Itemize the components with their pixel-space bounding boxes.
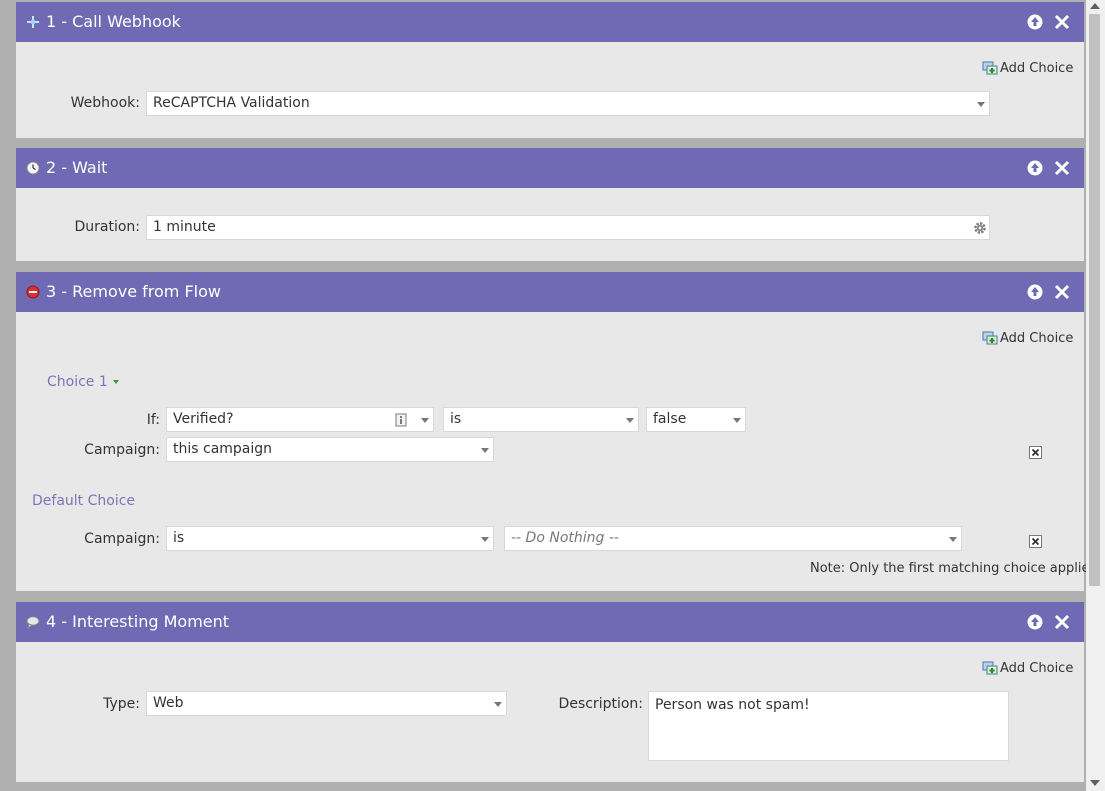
close-icon[interactable] [1053,159,1071,177]
step-title: 4 - Interesting Moment [46,612,230,631]
chevron-down-icon [626,418,634,423]
flow-canvas: 1 - Call Webhook Add Choice Webhook: ReC… [0,0,1096,791]
step-title: 3 - Remove from Flow [46,282,221,301]
step-header[interactable]: 2 - Wait [16,148,1084,188]
delete-choice-button[interactable] [1029,446,1042,459]
default-operator-select[interactable]: is [166,526,494,551]
close-icon [1031,537,1040,546]
step-interesting-moment: 4 - Interesting Moment Add Choice Type: … [16,602,1084,782]
speech-bubble-icon [26,616,40,629]
field-info-icon[interactable] [395,413,407,427]
add-choice-icon [982,61,998,75]
delete-default-choice-button[interactable] [1029,535,1042,548]
step-title: 1 - Call Webhook [46,12,181,31]
default-campaign-label: Campaign: [84,531,160,547]
chevron-down-icon [977,102,985,107]
chevron-down-icon [113,380,120,384]
condition-operator-select[interactable]: is [443,407,639,432]
step-call-webhook: 1 - Call Webhook Add Choice Webhook: ReC… [16,2,1084,138]
chevron-down-icon [481,537,489,542]
if-label: If: [146,412,160,428]
add-choice-icon [982,331,998,345]
move-up-icon[interactable] [1026,13,1044,31]
close-icon[interactable] [1053,13,1071,31]
stop-icon [26,285,40,299]
chevron-down-icon [494,702,502,707]
chevron-down-icon [949,537,957,542]
step-remove-from-flow: 3 - Remove from Flow Add Choice Choice 1… [16,272,1096,591]
webhook-label: Webhook: [70,95,140,111]
campaign-label: Campaign: [84,442,160,458]
clock-icon [26,161,40,175]
webhook-icon [27,16,39,28]
step-header[interactable]: 3 - Remove from Flow [16,272,1084,312]
type-select[interactable]: Web [146,691,507,716]
add-choice-button[interactable]: Add Choice [982,659,1073,676]
move-up-icon[interactable] [1026,613,1044,631]
campaign-select[interactable]: this campaign [166,437,494,462]
duration-label: Duration: [74,219,140,235]
vertical-scrollbar[interactable] [1086,0,1105,791]
close-icon [1031,448,1040,457]
type-label: Type: [103,696,140,712]
webhook-select[interactable]: ReCAPTCHA Validation [146,91,990,116]
description-label: Description: [558,696,643,712]
chevron-down-icon [733,418,741,423]
scroll-down-icon[interactable] [1090,780,1100,786]
condition-field-select[interactable]: Verified? [166,407,434,432]
add-choice-button[interactable]: Add Choice [982,59,1073,76]
chevron-down-icon [421,418,429,423]
scroll-thumb[interactable] [1089,14,1100,586]
note-text: Note: Only the first matching choice app… [810,561,1097,576]
gear-icon[interactable] [973,221,987,235]
description-textarea[interactable]: Person was not spam! [648,691,1009,761]
step-header[interactable]: 4 - Interesting Moment [16,602,1084,642]
duration-field[interactable]: 1 minute [146,215,990,240]
move-up-icon[interactable] [1026,159,1044,177]
move-up-icon[interactable] [1026,283,1044,301]
step-wait: 2 - Wait Duration: 1 minute [16,148,1084,261]
choice-1-toggle[interactable]: Choice 1 [47,374,120,390]
condition-value-select[interactable]: false [646,407,746,432]
close-icon[interactable] [1053,613,1071,631]
close-icon[interactable] [1053,283,1071,301]
default-choice-label: Default Choice [32,493,136,509]
step-title: 2 - Wait [46,158,108,177]
chevron-down-icon [481,448,489,453]
default-action-select[interactable]: -- Do Nothing -- [504,526,962,551]
add-choice-icon [982,661,998,675]
step-header[interactable]: 1 - Call Webhook [16,2,1084,42]
add-choice-button[interactable]: Add Choice [982,329,1073,346]
scroll-up-icon[interactable] [1090,3,1100,9]
